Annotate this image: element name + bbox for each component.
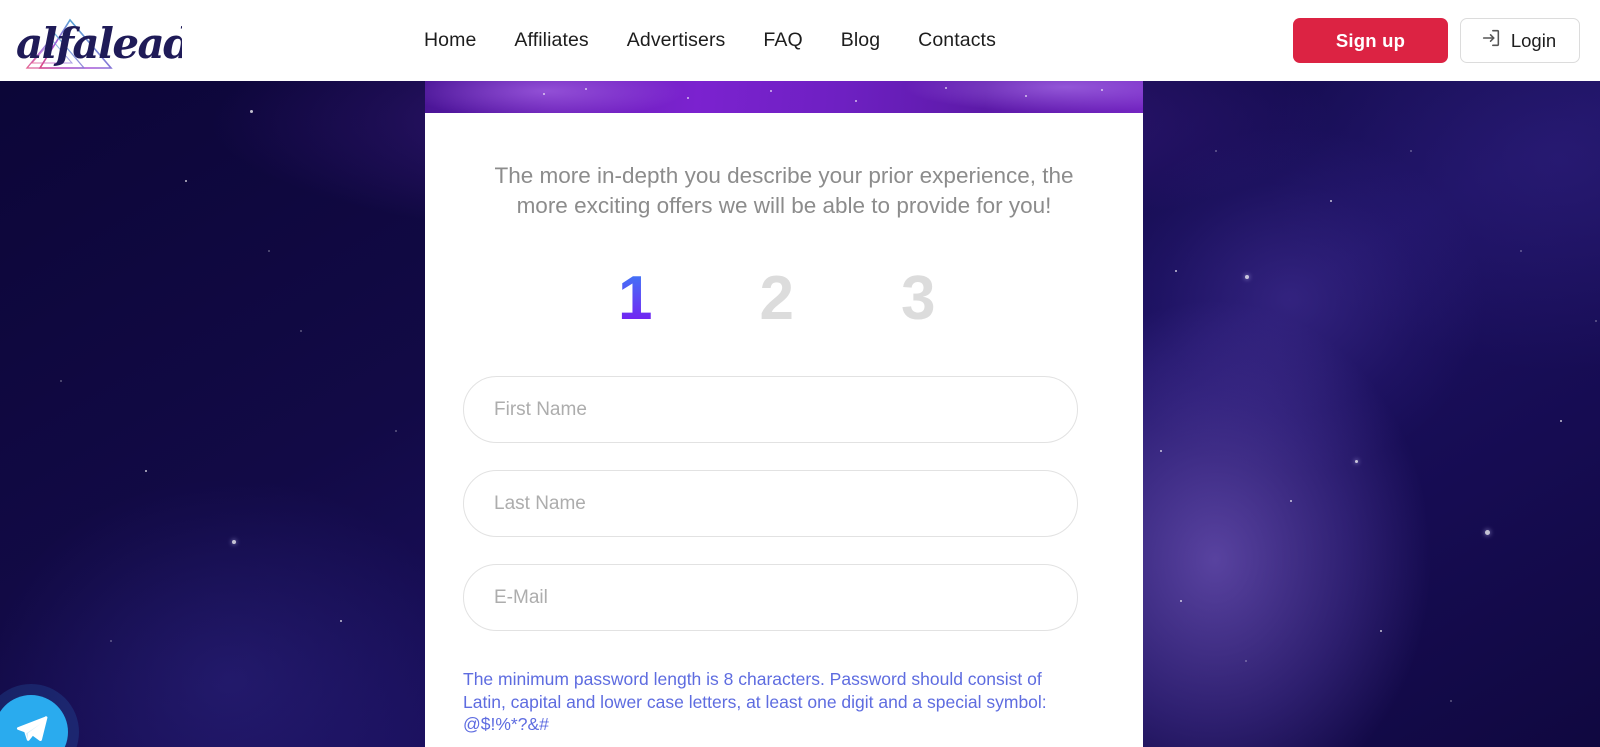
site-header: alfaleads Home Affiliates Advertisers FA… xyxy=(0,0,1600,81)
step-2[interactable]: 2 xyxy=(759,268,793,330)
step-3[interactable]: 3 xyxy=(901,268,935,330)
login-button-label: Login xyxy=(1510,29,1557,51)
step-indicator: 1 2 3 xyxy=(463,258,1105,330)
signup-card-body: The more in-depth you describe your prio… xyxy=(425,113,1143,747)
telegram-paper-plane-icon xyxy=(13,712,49,747)
alfaleads-logo[interactable]: alfaleads xyxy=(12,6,182,76)
sign-in-icon xyxy=(1480,27,1502,54)
nav-item-home[interactable]: Home xyxy=(424,29,495,52)
sign-up-button[interactable]: Sign up xyxy=(1293,18,1448,63)
first-name-input[interactable] xyxy=(463,376,1078,444)
nav-item-blog[interactable]: Blog xyxy=(822,29,899,52)
step-1[interactable]: 1 xyxy=(618,268,652,330)
signup-form xyxy=(463,376,1105,632)
nav-item-faq[interactable]: FAQ xyxy=(744,29,821,52)
login-button[interactable]: Login xyxy=(1460,18,1580,63)
email-input[interactable] xyxy=(463,564,1078,632)
card-banner-image xyxy=(425,81,1143,113)
header-actions: Sign up Login xyxy=(1293,18,1580,63)
svg-text:alfaleads: alfaleads xyxy=(16,19,182,68)
nav-item-contacts[interactable]: Contacts xyxy=(899,29,1015,52)
nav-item-advertisers[interactable]: Advertisers xyxy=(608,29,745,52)
page-root: alfaleads Home Affiliates Advertisers FA… xyxy=(0,0,1600,747)
last-name-input[interactable] xyxy=(463,470,1078,538)
nav-item-affiliates[interactable]: Affiliates xyxy=(495,29,607,52)
main-navigation: Home Affiliates Advertisers FAQ Blog Con… xyxy=(424,0,1015,81)
password-requirements-hint: The minimum password length is 8 charact… xyxy=(463,669,1047,735)
signup-card: The more in-depth you describe your prio… xyxy=(425,81,1143,747)
signup-heading: The more in-depth you describe your prio… xyxy=(494,163,1074,218)
